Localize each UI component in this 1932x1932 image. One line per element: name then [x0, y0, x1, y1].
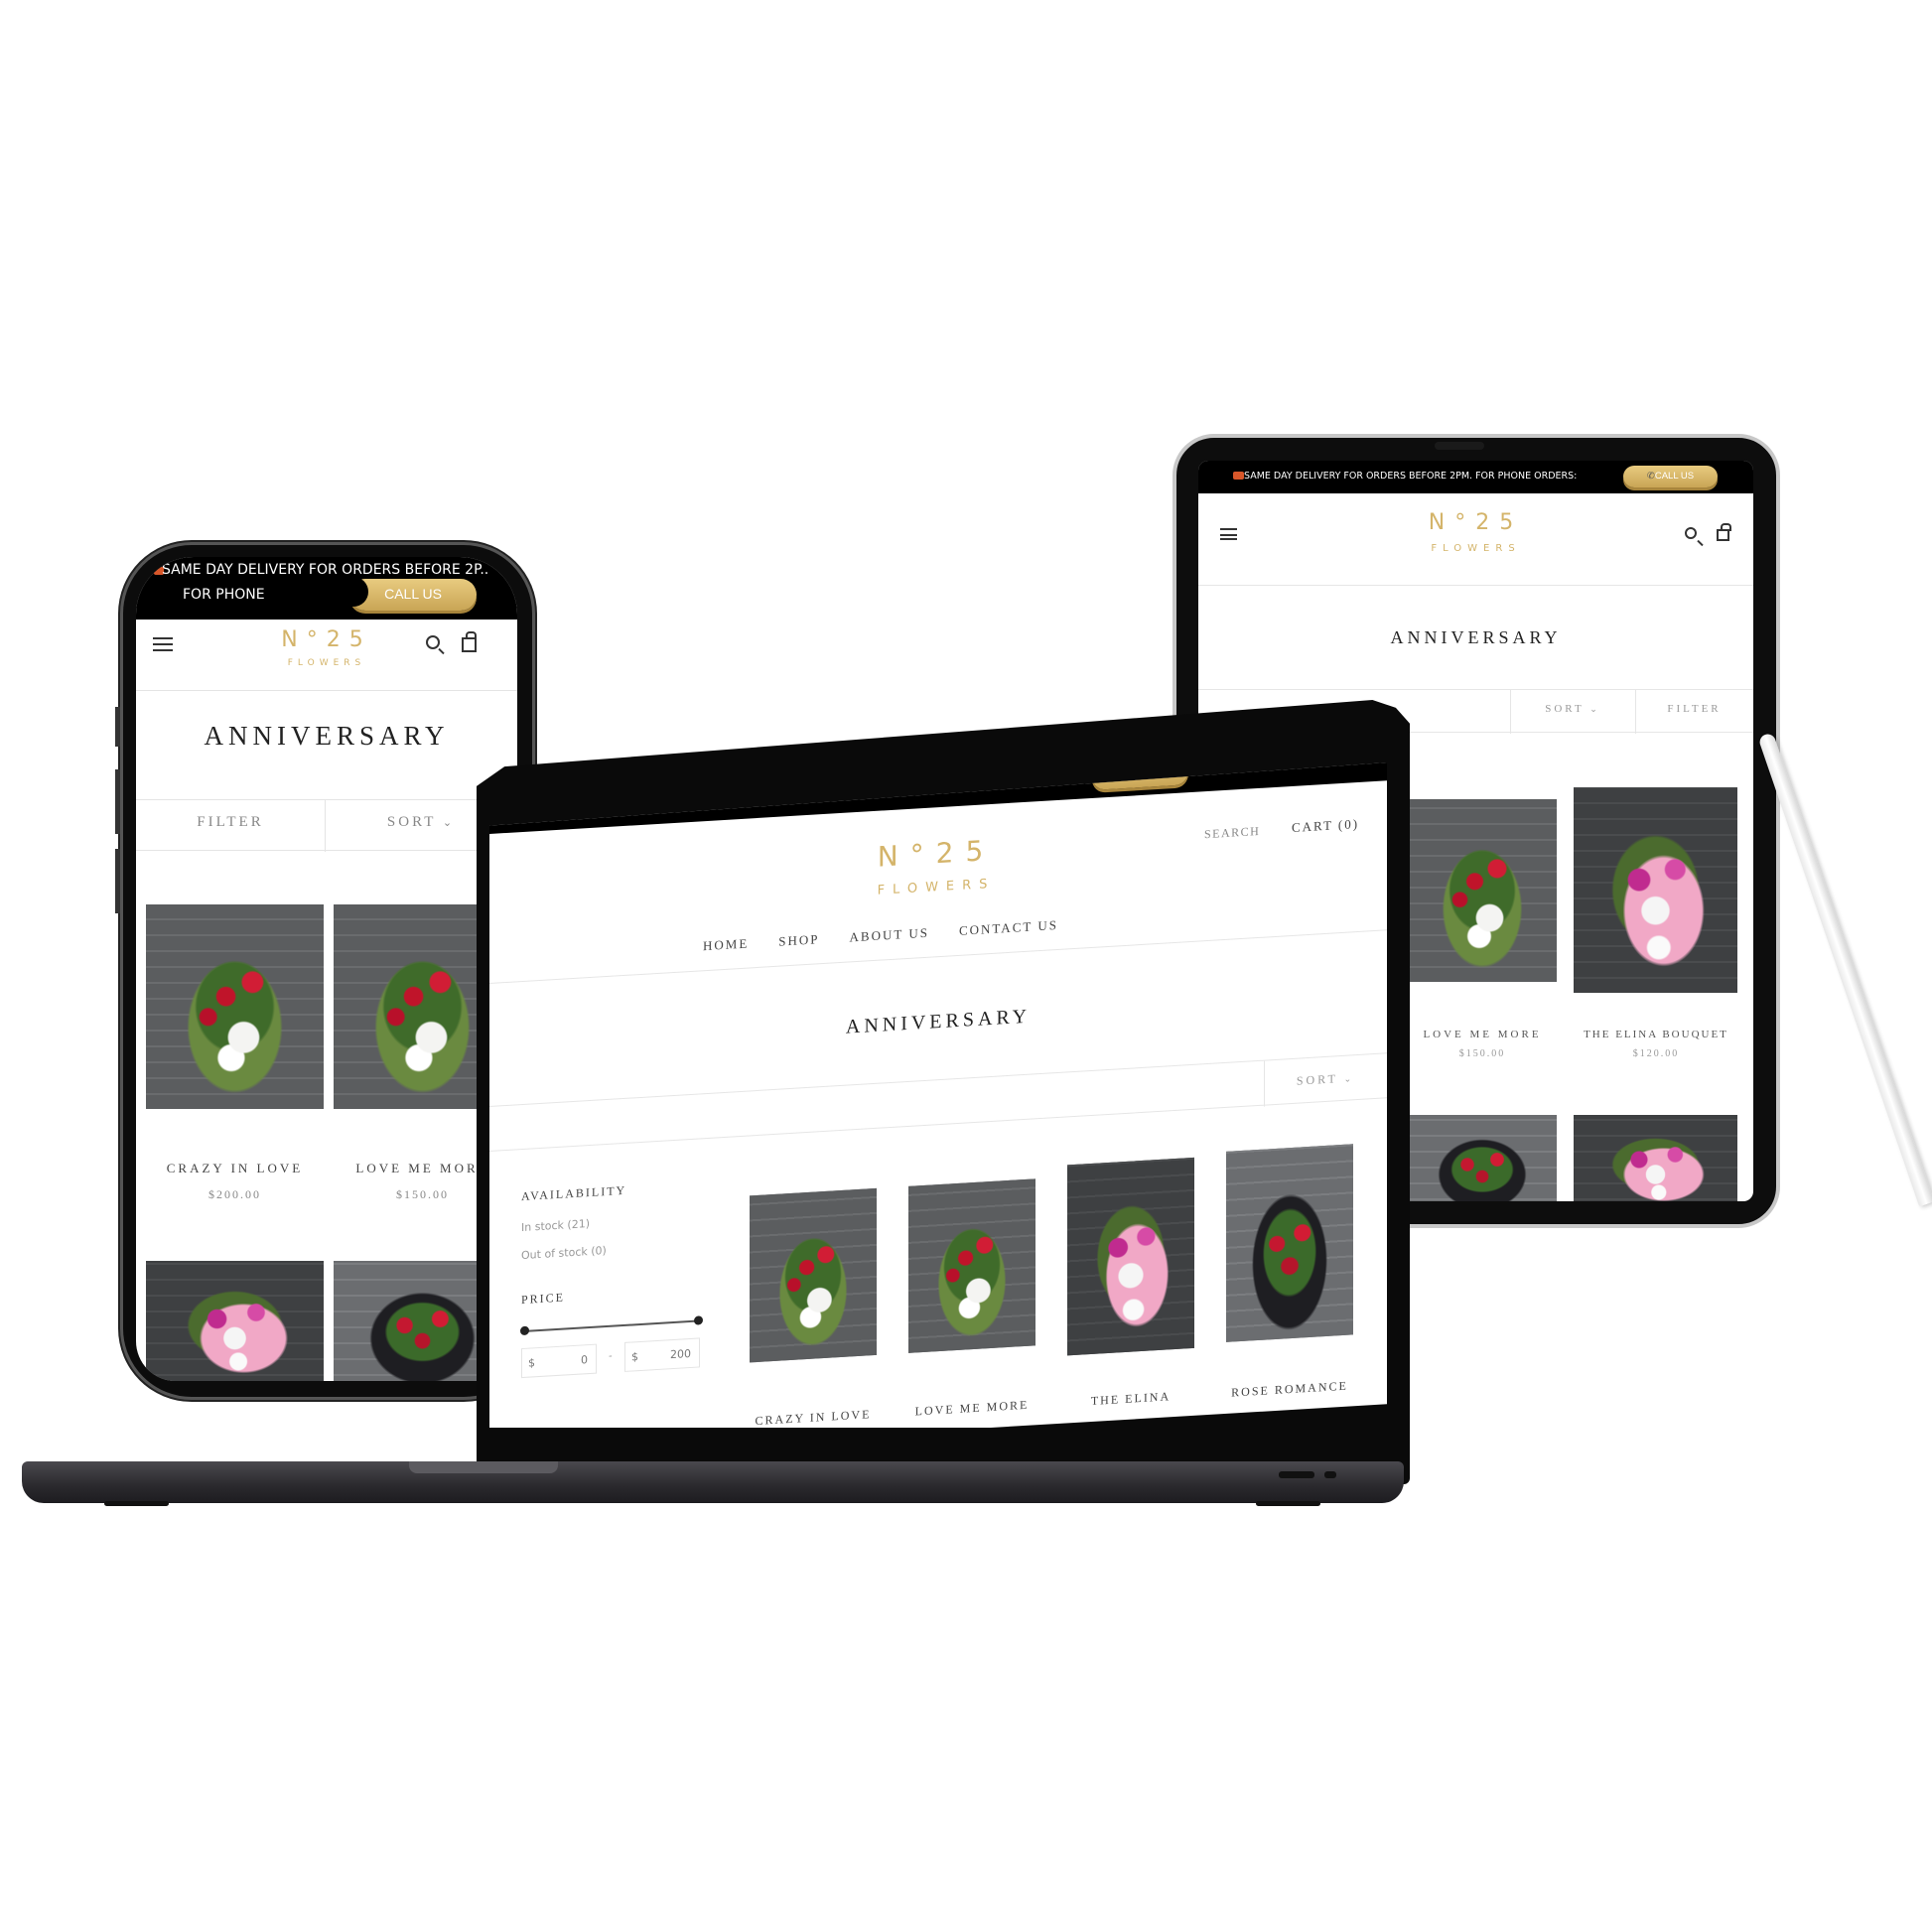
product-image[interactable] — [1574, 1115, 1737, 1201]
price-max-value: 200 — [670, 1346, 691, 1362]
tablet-camera — [1435, 442, 1484, 450]
cart-link[interactable]: CART (0) — [1292, 816, 1359, 836]
product-title[interactable]: CRAZY IN LOVE — [734, 1406, 893, 1428]
nav-contact-us[interactable]: CONTACT US — [959, 917, 1058, 939]
page-title: ANNIVERSARY — [845, 1005, 1032, 1038]
product-image[interactable] — [146, 1261, 324, 1381]
page-title: ANNIVERSARY — [204, 721, 450, 751]
announcement-bar: SAME DAY DELIVERY FOR ORDERS BEFORE 2PM.… — [1198, 461, 1753, 493]
sort-label: SORT — [1296, 1071, 1338, 1088]
laptop-ports — [1279, 1471, 1314, 1478]
brand-logo-sub: FLOWERS — [1431, 543, 1521, 554]
page-title: ANNIVERSARY — [1390, 627, 1562, 647]
filter-button[interactable]: FILTER — [1635, 703, 1753, 715]
search-icon[interactable] — [426, 635, 440, 649]
search-link[interactable]: SEARCH — [1204, 824, 1260, 842]
sort-button[interactable]: SORT ⌄ — [1510, 703, 1635, 715]
stylus-pencil — [1757, 732, 1932, 1207]
filter-button[interactable]: FILTER — [136, 814, 325, 831]
sort-button[interactable]: SORT ⌄ — [1264, 1068, 1387, 1090]
laptop-notch — [409, 1461, 558, 1473]
product-title[interactable]: LOVE ME MORE — [1397, 1029, 1568, 1040]
chevron-down-icon: ⌄ — [1589, 704, 1600, 714]
product-image[interactable] — [146, 904, 324, 1109]
filter-sort-bar: FILTER SORT ⌄ — [136, 799, 517, 852]
delivery-truck-icon — [1233, 472, 1244, 480]
chevron-down-icon: ⌄ — [442, 817, 456, 829]
product-image[interactable] — [1408, 1115, 1557, 1201]
price-min-input[interactable]: $ 0 — [521, 1343, 597, 1379]
product-price: $120.00 — [1632, 1048, 1680, 1059]
availability-heading: AVAILABILITY — [521, 1182, 627, 1204]
phone-side-button — [115, 849, 120, 913]
search-icon[interactable] — [1685, 527, 1697, 539]
nav-about-us[interactable]: ABOUT US — [850, 925, 929, 946]
product-price: $150.00 — [1458, 1048, 1506, 1059]
filter-out-of-stock[interactable]: Out of stock (0) — [521, 1244, 607, 1262]
phone-icon: ✆ — [1646, 471, 1655, 482]
brand-logo-sub: FLOWERS — [287, 658, 366, 668]
product-title[interactable]: THE ELINA — [1051, 1387, 1210, 1412]
call-us-label: CALL US — [1654, 471, 1695, 482]
price-min-value: 0 — [581, 1353, 588, 1367]
cart-bag-icon[interactable] — [462, 631, 477, 652]
currency-symbol: $ — [631, 1350, 638, 1364]
site-header: N°25 FLOWERS — [1198, 493, 1753, 586]
laptop-ports — [1324, 1471, 1336, 1478]
cart-bag-icon[interactable] — [1717, 523, 1731, 541]
laptop-foot — [1256, 1501, 1320, 1506]
call-us-button[interactable]: CALL US — [349, 579, 477, 611]
price-max-input[interactable]: $ 200 — [624, 1337, 700, 1372]
product-title[interactable]: THE ELINA BOUQUET — [1566, 1029, 1746, 1040]
announcement-bar: SAME DAY DELIVERY FOR ORDERS BEFORE 2P..… — [136, 557, 517, 620]
range-separator: - — [609, 1350, 613, 1362]
product-image[interactable] — [1574, 787, 1737, 993]
chevron-down-icon: ⌄ — [1343, 1073, 1355, 1084]
brand-logo[interactable]: N°25 — [136, 627, 517, 652]
call-us-button[interactable]: ✆CALL US — [1623, 466, 1718, 487]
product-title[interactable]: LOVE ME MORE — [893, 1396, 1051, 1421]
announcement-text: SAME DAY DELIVERY FOR ORDERS BEFORE 2P.. — [162, 562, 489, 578]
phone-screen: SAME DAY DELIVERY FOR ORDERS BEFORE 2P..… — [136, 557, 517, 1381]
main-nav: HOME SHOP ABOUT US CONTACT US — [703, 917, 1058, 954]
currency-symbol: $ — [528, 1356, 535, 1370]
brand-logo[interactable]: N°25 — [1198, 510, 1753, 535]
product-image[interactable] — [908, 1178, 1035, 1353]
slider-handle-max[interactable] — [694, 1315, 703, 1325]
price-range-slider[interactable] — [520, 1315, 703, 1336]
product-title[interactable]: ROSE ROMANCE — [1210, 1377, 1369, 1402]
phone-side-button — [115, 707, 120, 747]
phone-side-button — [115, 769, 120, 834]
site-header: N°25 FLOWERS — [136, 620, 517, 691]
filter-sidebar: AVAILABILITY In stock (21) Out of stock … — [520, 1178, 703, 1388]
sort-label: SORT — [386, 814, 437, 830]
call-us-label: CALL US — [384, 586, 442, 602]
sort-label: SORT — [1545, 703, 1585, 715]
product-image[interactable] — [1408, 799, 1557, 982]
nav-home[interactable]: HOME — [703, 935, 749, 954]
filter-in-stock[interactable]: In stock (21) — [521, 1217, 590, 1234]
product-title[interactable]: CRAZY IN LOVE — [146, 1161, 324, 1176]
sort-bar: SORT ⌄ — [489, 1052, 1387, 1152]
price-heading: PRICE — [521, 1290, 566, 1308]
brand-logo[interactable]: N°25 — [812, 830, 1060, 878]
front-camera — [295, 577, 368, 607]
announcement-text: SAME DAY DELIVERY FOR ORDERS BEFORE 2PM.… — [1244, 471, 1578, 482]
announcement-text-line2: FOR PHONE — [183, 587, 265, 603]
laptop-base — [22, 1461, 1404, 1503]
laptop-page: SAME DAY DELIVERY FOR ORDERS BEFORE 2PM.… — [489, 762, 1387, 1428]
product-image[interactable] — [1067, 1157, 1194, 1356]
laptop-foot — [104, 1501, 169, 1506]
product-image[interactable] — [1226, 1144, 1353, 1342]
product-price: $200.00 — [208, 1187, 261, 1201]
slider-handle-min[interactable] — [520, 1325, 529, 1336]
nav-shop[interactable]: SHOP — [778, 931, 819, 949]
brand-logo-sub: FLOWERS — [877, 876, 996, 898]
laptop-screen: SAME DAY DELIVERY FOR ORDERS BEFORE 2PM.… — [489, 762, 1387, 1428]
product-image[interactable] — [750, 1187, 877, 1363]
